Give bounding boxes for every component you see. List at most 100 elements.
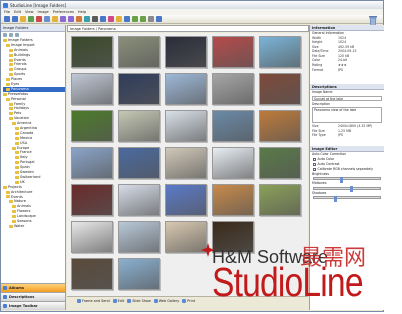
folder-icon: [15, 161, 19, 165]
tab-image-toolbar[interactable]: Image Toolbar: [1, 301, 65, 310]
tree-item[interactable]: Water: [3, 224, 65, 229]
image-thumbnail[interactable]: [71, 110, 113, 142]
image-thumbnail[interactable]: [118, 221, 160, 253]
print-icon[interactable]: [92, 16, 98, 22]
tab-descriptions[interactable]: Descriptions: [1, 292, 65, 301]
rotate-left-icon[interactable]: [60, 16, 66, 22]
folder-icon: [6, 195, 10, 199]
image-thumbnail[interactable]: [259, 147, 301, 179]
midtones-slider[interactable]: [313, 186, 381, 193]
image-thumbnail[interactable]: [165, 147, 207, 179]
menu-file[interactable]: File: [4, 10, 10, 14]
image-thumbnail[interactable]: [212, 36, 254, 68]
calibrate-rgb-checkbox[interactable]: Calibrate RGB channels separately: [310, 167, 384, 172]
folder-icon: [9, 58, 13, 62]
description-field[interactable]: Panorama view of the lake: [312, 107, 382, 124]
remove-folder-icon[interactable]: [15, 33, 19, 37]
rotate-right-icon[interactable]: [68, 16, 74, 22]
folder-icon: [9, 53, 13, 57]
copy-icon[interactable]: [44, 16, 50, 22]
image-thumbnail[interactable]: [212, 184, 254, 216]
image-thumbnail[interactable]: [71, 147, 113, 179]
image-thumbnail[interactable]: [118, 258, 160, 290]
image-thumbnail[interactable]: [259, 36, 301, 68]
image-thumbnail[interactable]: [118, 184, 160, 216]
slider-knob[interactable]: [333, 195, 337, 202]
frame-and-send-button[interactable]: Frame and Send: [77, 299, 110, 303]
folder-icon[interactable]: [20, 16, 26, 22]
tab-albums[interactable]: Albums: [1, 283, 65, 292]
edit-button[interactable]: Edit: [112, 299, 124, 303]
image-thumbnail[interactable]: [259, 73, 301, 105]
zoom-in-icon[interactable]: [132, 16, 138, 22]
star-icon[interactable]: [116, 16, 122, 22]
image-name-field[interactable]: Sunset at the lake: [312, 95, 382, 101]
image-thumbnail[interactable]: [118, 147, 160, 179]
watermark: 最需网: [300, 246, 367, 271]
help-icon[interactable]: [156, 16, 162, 22]
zoom-out-icon[interactable]: [140, 16, 146, 22]
meta-rows: Size 2400x1800 (4.32 MP) File Size 1.25 MB F…: [310, 124, 384, 138]
rename-icon[interactable]: [9, 33, 13, 37]
slider-knob[interactable]: [350, 186, 354, 193]
forward-icon[interactable]: [12, 16, 18, 22]
image-thumbnail[interactable]: [259, 110, 301, 142]
folder-icon: [15, 136, 19, 140]
slideshow-icon[interactable]: [84, 16, 90, 22]
menu-preferences[interactable]: Preferences: [53, 10, 74, 14]
menu-view[interactable]: View: [25, 10, 34, 14]
web-gallery-button[interactable]: Web Gallery: [153, 299, 179, 303]
folder-icon: [15, 141, 19, 145]
menu-help[interactable]: Help: [78, 10, 86, 14]
image-thumbnail[interactable]: [165, 110, 207, 142]
folder-icon: [6, 87, 10, 91]
new-folder-icon[interactable]: [3, 33, 7, 37]
left-panel-tabs: Albums Descriptions Image Toolbar: [1, 283, 65, 310]
print-button[interactable]: Print: [182, 299, 195, 303]
address-bar[interactable]: Image Folders / Panorama: [67, 25, 309, 32]
image-thumbnail[interactable]: [71, 73, 113, 105]
image-thumbnail[interactable]: [259, 184, 301, 216]
folder-icon: [9, 200, 13, 204]
slider-knob[interactable]: [340, 176, 344, 183]
image-thumbnail[interactable]: [165, 184, 207, 216]
image-thumbnail[interactable]: [118, 73, 160, 105]
folder-icon: [15, 156, 19, 160]
settings-icon[interactable]: [148, 16, 154, 22]
edit-icon[interactable]: [76, 16, 82, 22]
back-icon[interactable]: [4, 16, 10, 22]
image-thumbnail[interactable]: [71, 221, 113, 253]
import-icon[interactable]: [28, 16, 34, 22]
image-thumbnail[interactable]: [118, 36, 160, 68]
image-thumbnail[interactable]: [165, 36, 207, 68]
address-text: Image Folders / Panorama: [70, 26, 116, 31]
image-thumbnail[interactable]: [212, 147, 254, 179]
image-thumbnail[interactable]: [212, 110, 254, 142]
meta-row: File Type JPG: [310, 133, 384, 138]
shadows-slider[interactable]: [313, 195, 381, 202]
print-action-icon: [182, 299, 187, 303]
image-thumbnail[interactable]: [71, 258, 113, 290]
left-panel: Image Folders Image Folders Image Import A…: [1, 25, 66, 310]
image-thumbnail[interactable]: [71, 36, 113, 68]
brightness-slider[interactable]: [313, 176, 381, 183]
image-thumbnail[interactable]: [165, 258, 207, 290]
delete-icon[interactable]: [36, 16, 42, 22]
image-thumbnail[interactable]: [212, 73, 254, 105]
email-icon[interactable]: [100, 16, 106, 22]
image-thumbnail[interactable]: [71, 184, 113, 216]
folder-icon: [9, 63, 13, 67]
search-icon[interactable]: [124, 16, 130, 22]
web-icon[interactable]: [108, 16, 114, 22]
folder-icon: [9, 73, 13, 77]
image-thumbnail[interactable]: [165, 73, 207, 105]
paste-icon[interactable]: [52, 16, 58, 22]
info-row: Format JPG: [310, 68, 384, 73]
menu-edit[interactable]: Edit: [14, 10, 21, 14]
folder-icon: [3, 92, 7, 96]
slide-show-button[interactable]: Slide Show: [127, 299, 151, 303]
menu-image[interactable]: Image: [38, 10, 49, 14]
window-title: StudioLine [Image Folders]: [10, 2, 67, 8]
image-thumbnail[interactable]: [118, 110, 160, 142]
folder-icon: [3, 38, 7, 42]
